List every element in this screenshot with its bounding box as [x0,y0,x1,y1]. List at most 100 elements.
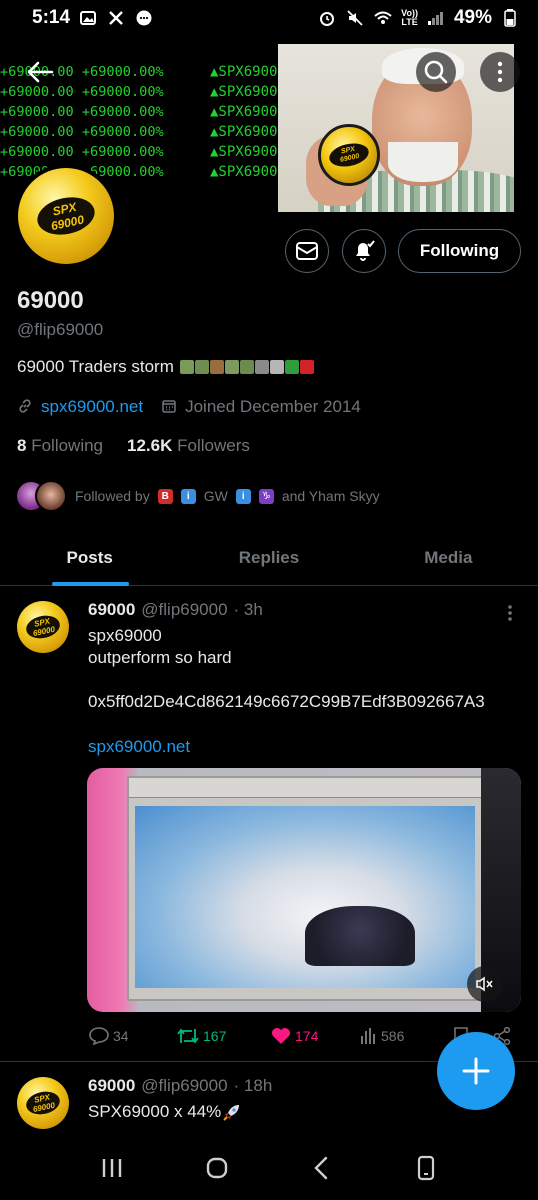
status-time: 5:14 [32,7,71,28]
reply-count: 34 [113,1028,129,1044]
gallery-icon [78,8,98,28]
plus-icon [462,1057,490,1085]
tweet-time: · 18h [233,1076,273,1095]
link-icon [17,398,33,417]
video-frame [127,776,491,1001]
reply-icon [89,1027,109,1045]
coin-logo-icon: SPX 69000 [33,192,99,240]
follower-avatars [15,480,67,512]
followers-count-link[interactable]: 12.6K Followers [127,436,250,456]
profile-handle: @flip69000 [17,320,104,339]
repost-count: 167 [203,1028,227,1044]
following-button[interactable]: Following [398,229,521,273]
reply-button[interactable]: 34 [89,1027,129,1045]
x-logo-icon [106,8,126,28]
like-count: 174 [295,1028,319,1044]
tweet-author-name[interactable]: 69000 [88,1076,135,1096]
followed-by-prefix: Followed by [75,488,150,504]
banner-coin-icon: SPX 69000 [318,124,380,186]
home-circle-icon [206,1157,227,1179]
battery-icon [500,8,520,28]
bio-emoji-icons [179,360,314,374]
screenshot-button[interactable] [406,1148,446,1188]
alarm-icon [317,8,337,28]
message-button[interactable] [285,229,329,273]
phone-screenshot-icon [417,1155,434,1181]
tweet-more-button[interactable] [505,604,515,622]
followed-by-gw: GW [203,488,228,504]
more-options-button[interactable] [480,52,520,92]
b-badge-icon: B [157,488,173,504]
back-nav-button[interactable] [301,1148,341,1188]
views-chart-icon [361,1028,375,1044]
profile-bio: 69000 Traders storm [17,357,314,377]
wifi-icon [373,8,393,28]
tweet-avatar[interactable]: SPX 69000 [17,1077,69,1129]
battery-percent: 49% [453,7,492,28]
tab-replies[interactable]: Replies [179,530,358,585]
coin-logo-icon: SPX 69000 [24,1088,62,1118]
status-bar: 5:14 Vo)) LTE 49% [0,0,538,36]
tweet-author-handle: @flip69000 [141,1076,228,1095]
profile-meta: spx69000.net Joined December 2014 [17,397,361,417]
banner-photo-man-holding-coin: SPX 69000 [278,44,514,212]
tweet-header: 69000 @flip69000 · 3h [88,600,263,620]
tweet-text: SPX69000 x 44% [88,1102,222,1121]
lte-indicator: Vo)) LTE [401,8,418,27]
followed-by-suffix: and Yham Skyy [281,488,380,504]
active-tab-indicator [52,582,129,586]
profile-avatar[interactable]: SPX 69000 [14,164,118,268]
mute-icon [345,8,365,28]
followed-by-row[interactable]: Followed by B i GW i ♑ and Yham Skyy [15,480,380,512]
avatar [35,480,67,512]
more-vertical-icon [497,61,503,83]
following-count-link[interactable]: 8 Following [17,436,103,456]
ticker-line: +69000.00 +69000.00% [0,144,164,160]
joined-date: Joined December 2014 [185,397,361,416]
tweet-time: · 3h [233,600,263,619]
capricorn-badge-icon: ♑ [258,488,274,504]
recent-apps-button[interactable] [92,1148,132,1188]
tweet-header: 69000 @flip69000 · 18h [88,1076,272,1096]
info-badge-icon: i [180,488,196,504]
notifications-button[interactable] [342,229,386,273]
website-link[interactable]: spx69000.net [41,397,143,417]
mute-video-button[interactable] [467,966,503,1002]
tweet-avatar[interactable]: SPX 69000 [17,601,69,653]
like-button[interactable]: 174 [271,1027,318,1045]
views-button[interactable]: 586 [359,1027,404,1045]
heart-filled-icon [272,1028,290,1044]
follow-counts: 8 Following 12.6K Followers [17,436,250,456]
speaker-muted-icon [476,976,493,992]
compose-post-button[interactable] [437,1032,515,1110]
ticker-line: +69000.00 +69000.00% [0,124,164,140]
more-vertical-icon [508,605,512,621]
tab-posts[interactable]: Posts [0,530,179,586]
tweet-video[interactable] [87,768,521,1012]
tab-media[interactable]: Media [359,530,538,585]
home-button[interactable] [197,1148,237,1188]
system-nav-bar [0,1136,538,1200]
repost-button[interactable]: 167 [177,1027,226,1045]
profile-name: 69000 [17,287,84,314]
ticker-line: +69000.00 +69000.00% [0,104,164,120]
chat-icon [134,8,154,28]
tweet-text: spx69000 outperform so hard 0x5ff0d2De4C… [88,626,485,711]
arrow-left-icon [27,61,54,83]
profile-tabs: Posts Replies Media [0,530,538,586]
chevron-left-icon [314,1156,328,1180]
tweet-text-row: SPX69000 x 44% [88,1101,241,1123]
coin-logo-icon: SPX 69000 [24,612,62,642]
repost-icon [177,1028,199,1044]
rocket-icon [223,1105,240,1121]
signal-icon [426,8,446,28]
tweet-link[interactable]: spx69000.net [88,737,190,757]
bio-text: 69000 Traders storm [17,357,174,376]
search-button[interactable] [416,52,456,92]
recent-apps-icon [103,1159,122,1177]
search-icon [424,60,448,84]
back-button[interactable] [20,52,60,92]
tweet-author-name[interactable]: 69000 [88,600,135,620]
view-count: 586 [381,1028,405,1044]
info-badge-icon: i [235,488,251,504]
